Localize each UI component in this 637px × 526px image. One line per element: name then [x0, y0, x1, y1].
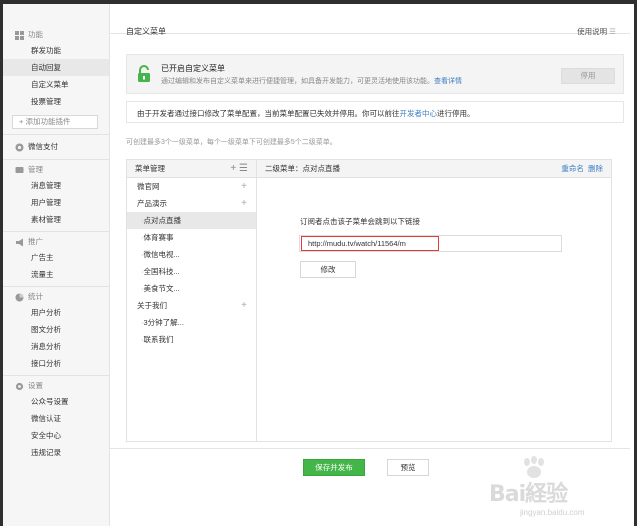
delete-link[interactable]: 删除	[588, 164, 603, 173]
sidebar-item-violations[interactable]: 违规记录	[3, 444, 109, 461]
add-plugin-button[interactable]: + 添加功能插件	[12, 115, 98, 129]
view-details-link[interactable]: 查看详情	[434, 78, 462, 85]
help-label: 使用说明	[577, 27, 608, 36]
sidebar-group-title: 管理	[28, 165, 43, 174]
warning-text-before: 由于开发者通过接口修改了菜单配置，当前菜单配置已失效并停用。你可以前往	[137, 109, 400, 118]
main-content: 自定义菜单 使用说明 ☰ 已开启自定义菜单 通过编辑和发布自定义菜单来进行便捷管…	[110, 4, 634, 526]
sidebar-divider	[3, 159, 109, 160]
sidebar-group-title: 统计	[28, 292, 43, 301]
sort-menu-icon[interactable]: ☰	[239, 163, 248, 174]
sidebar-item-messages[interactable]: 消息管理	[3, 177, 109, 194]
sidebar-item-verification[interactable]: 微信认证	[3, 410, 109, 427]
api-warning: 由于开发者通过接口修改了菜单配置，当前菜单配置已失效并停用。你可以前往开发者中心…	[126, 101, 624, 123]
menu-tree-header: 菜单管理 + ☰	[127, 160, 256, 178]
add-submenu-icon[interactable]: +	[241, 178, 247, 195]
gear-icon	[15, 382, 24, 390]
sidebar-divider	[3, 375, 109, 376]
sidebar-item-account-settings[interactable]: 公众号设置	[3, 393, 109, 410]
sidebar: 功能 群发功能 自动回复 自定义菜单 投票管理 + 添加功能插件 微信支付 管理…	[3, 4, 110, 526]
notice-description: 通过编辑和发布自定义菜单来进行便捷管理，如具备开发能力，可更灵活地使用该功能。查…	[161, 76, 462, 86]
sidebar-item-security[interactable]: 安全中心	[3, 427, 109, 444]
sidebar-item-user-analysis[interactable]: 用户分析	[3, 304, 109, 321]
menu-limit-hint: 可创建最多3个一级菜单，每个一级菜单下可创建最多5个二级菜单。	[126, 139, 337, 146]
pie-icon	[15, 293, 24, 301]
submenu-item[interactable]: 全国科技...	[127, 263, 256, 280]
sidebar-group-title: 微信支付	[28, 142, 58, 151]
circle-icon	[15, 143, 24, 151]
sidebar-divider	[3, 286, 109, 287]
add-menu-icon[interactable]: +	[230, 163, 236, 174]
sidebar-item-materials[interactable]: 素材管理	[3, 211, 109, 228]
sidebar-group-manage: 管理	[3, 163, 109, 177]
submenu-item[interactable]: 3分钟了解...	[127, 314, 256, 331]
sidebar-item-api-analysis[interactable]: 接口分析	[3, 355, 109, 372]
rename-link[interactable]: 重命名	[561, 164, 584, 173]
submenu-item[interactable]: 微信电视...	[127, 246, 256, 263]
submenu-detail-panel: 二级菜单：点对点直播 重命名 删除 订阅者点击该子菜单会跳到以下链接 http:…	[257, 160, 611, 441]
add-submenu-icon[interactable]: +	[241, 195, 247, 212]
sidebar-item-custom-menu[interactable]: 自定义菜单	[3, 76, 109, 93]
sidebar-item-wechat-pay[interactable]: 微信支付	[3, 138, 109, 156]
notice-title: 已开启自定义菜单	[161, 64, 225, 73]
sidebar-divider	[3, 134, 109, 135]
menu-item-level1[interactable]: 微官网 +	[127, 178, 256, 195]
grid-icon	[15, 30, 24, 40]
detail-title: 二级菜单：点对点直播	[265, 164, 340, 173]
sidebar-group-stats: 统计	[3, 290, 109, 304]
add-submenu-icon[interactable]: +	[241, 297, 247, 314]
edit-button[interactable]: 修改	[300, 261, 356, 278]
sidebar-group-settings: 设置	[3, 379, 109, 393]
submenu-item[interactable]: 体育赛事	[127, 229, 256, 246]
sidebar-item-message-analysis[interactable]: 消息分析	[3, 338, 109, 355]
sidebar-group-promote: 推广	[3, 235, 109, 249]
save-publish-button[interactable]: 保存并发布	[303, 459, 365, 476]
menu-item-label: 关于我们	[137, 301, 167, 310]
submenu-item[interactable]: 美食节文...	[127, 280, 256, 297]
sidebar-group-features: 功能	[3, 28, 109, 42]
menu-tree-tools: + ☰	[230, 160, 248, 178]
menu-editor: 菜单管理 + ☰ 微官网 + 产品演示 + 点对点直播 体育赛事 微信电视...…	[126, 159, 612, 442]
menu-item-label: 微官网	[137, 182, 160, 191]
notice-desc-text: 通过编辑和发布自定义菜单来进行便捷管理，如具备开发能力，可更灵活地使用该功能。	[161, 78, 434, 85]
detail-actions: 重命名 删除	[561, 160, 603, 178]
sidebar-group-title: 设置	[28, 381, 43, 390]
chat-icon	[15, 166, 24, 173]
sidebar-item-publisher[interactable]: 流量主	[3, 266, 109, 283]
submenu-item[interactable]: 联系我们	[127, 331, 256, 348]
url-value: http://mudu.tv/watch/11564/m	[301, 236, 439, 251]
warning-text-after: 进行停用。	[437, 109, 475, 118]
warning-text: 由于开发者通过接口修改了菜单配置，当前菜单配置已失效并停用。你可以前往开发者中心…	[137, 108, 475, 119]
page-title: 自定义菜单	[126, 27, 166, 36]
link-description: 订阅者点击该子菜单会跳到以下链接	[300, 217, 420, 226]
list-icon: ☰	[609, 27, 616, 36]
sidebar-item-article-analysis[interactable]: 图文分析	[3, 321, 109, 338]
help-link[interactable]: 使用说明 ☰	[577, 26, 616, 37]
megaphone-icon	[16, 238, 23, 246]
preview-button[interactable]: 预览	[387, 459, 429, 476]
menu-item-level1[interactable]: 产品演示 +	[127, 195, 256, 212]
footer-divider	[110, 448, 630, 449]
menu-tree-title: 菜单管理	[135, 164, 165, 173]
sidebar-item-broadcast[interactable]: 群发功能	[3, 42, 109, 59]
sidebar-group-title: 推广	[28, 237, 43, 246]
disable-button[interactable]: 停用	[561, 68, 615, 84]
sidebar-divider	[3, 231, 109, 232]
menu-tree-panel: 菜单管理 + ☰ 微官网 + 产品演示 + 点对点直播 体育赛事 微信电视...…	[127, 160, 257, 441]
watermark-url: jingyan.baidu.com	[520, 508, 585, 517]
submenu-item[interactable]: 点对点直播	[127, 212, 256, 229]
sidebar-group-title: 功能	[28, 30, 43, 39]
sidebar-item-users[interactable]: 用户管理	[3, 194, 109, 211]
sidebar-item-auto-reply[interactable]: 自动回复	[3, 59, 109, 76]
watermark-brand: Bai経验	[489, 482, 568, 507]
url-field[interactable]: http://mudu.tv/watch/11564/m	[299, 235, 562, 252]
unlock-icon	[138, 65, 150, 82]
page-header: 自定义菜单 使用说明 ☰	[110, 4, 630, 37]
sidebar-item-vote[interactable]: 投票管理	[3, 93, 109, 110]
detail-header: 二级菜单：点对点直播 重命名 删除	[257, 160, 611, 178]
menu-item-label: 产品演示	[137, 199, 167, 208]
menu-item-level1[interactable]: 关于我们 +	[127, 297, 256, 314]
menu-status-notice: 已开启自定义菜单 通过编辑和发布自定义菜单来进行便捷管理，如具备开发能力，可更灵…	[126, 54, 624, 94]
developer-center-link[interactable]: 开发者中心	[400, 109, 438, 118]
sidebar-item-advertiser[interactable]: 广告主	[3, 249, 109, 266]
